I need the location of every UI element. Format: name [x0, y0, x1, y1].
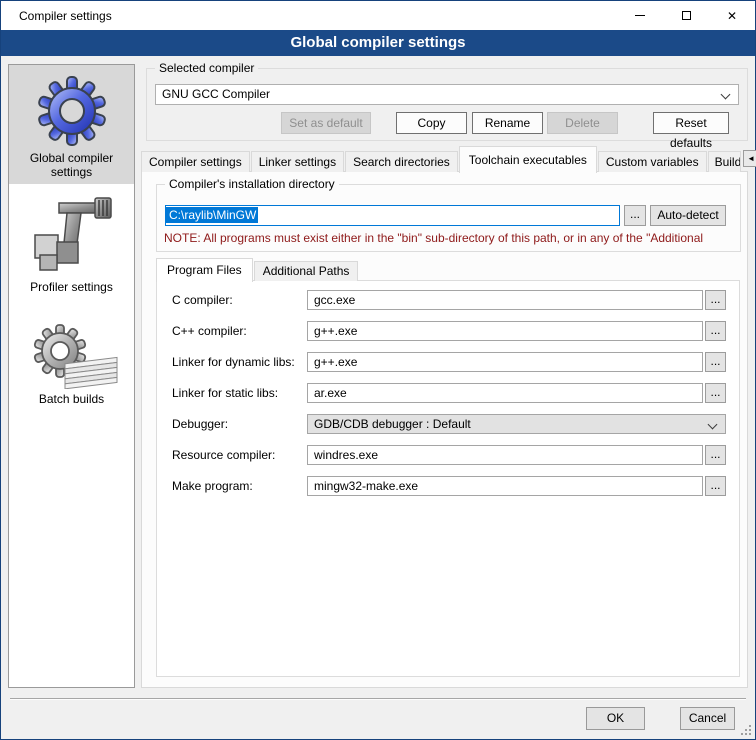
field-row: Debugger: GDB/CDB debugger : Default [157, 414, 739, 434]
copy-button[interactable]: Copy [396, 112, 467, 134]
browse-static-linker-button[interactable]: ... [705, 383, 726, 403]
minimize-button[interactable] [617, 1, 663, 30]
browse-make-program-button[interactable]: ... [705, 476, 726, 496]
installation-directory-group: Compiler's installation directory C:\ray… [156, 184, 741, 252]
field-row: Resource compiler: windres.exe ... [157, 445, 739, 465]
sidebar-item-label: Batch builds [16, 392, 128, 406]
group-label: Selected compiler [155, 61, 258, 75]
field-label: Make program: [172, 476, 253, 496]
compiler-select-value: GNU GCC Compiler [162, 87, 270, 101]
sidebar-item-batch-builds[interactable]: Batch builds [9, 300, 134, 412]
browse-directory-button[interactable]: ... [624, 205, 646, 226]
field-label: Linker for dynamic libs: [172, 352, 295, 372]
field-row: C compiler: gcc.exe ... [157, 290, 739, 310]
rename-button[interactable]: Rename [472, 112, 543, 134]
sidebar-item-label: Global compiler settings [16, 151, 128, 179]
sidebar-item-global-compiler-settings[interactable]: Global compiler settings [9, 65, 134, 184]
static-linker-input[interactable]: ar.exe [307, 383, 703, 403]
tab-linker-settings[interactable]: Linker settings [251, 151, 344, 172]
browse-cpp-compiler-button[interactable]: ... [705, 321, 726, 341]
gear-stack-icon [23, 320, 121, 392]
resize-grip[interactable] [749, 733, 751, 735]
group-label: Compiler's installation directory [165, 177, 339, 191]
field-value: windres.exe [314, 448, 378, 462]
dialog-body: Global compiler settings [1, 56, 755, 739]
browse-dynamic-linker-button[interactable]: ... [705, 352, 726, 372]
blue-gear-icon [37, 71, 107, 151]
browse-resource-compiler-button[interactable]: ... [705, 445, 726, 465]
compiler-select[interactable]: GNU GCC Compiler [155, 84, 739, 105]
field-label: C++ compiler: [172, 321, 247, 341]
bin-subdirectory-note: NOTE: All programs must exist either in … [164, 231, 736, 245]
sidebar-item-profiler-settings[interactable]: Profiler settings [9, 184, 134, 300]
cpp-compiler-input[interactable]: g++.exe [307, 321, 703, 341]
close-button[interactable]: ✕ [709, 1, 755, 30]
titlebar: Compiler settings ✕ [1, 1, 755, 30]
maximize-icon [682, 11, 691, 20]
compiler-settings-dialog: Compiler settings ✕ Global compiler sett… [0, 0, 756, 740]
window-title: Compiler settings [1, 9, 112, 23]
debugger-select[interactable]: GDB/CDB debugger : Default [307, 414, 726, 434]
field-label: Debugger: [172, 414, 228, 434]
field-value: mingw32-make.exe [314, 479, 418, 493]
chevron-down-icon [708, 420, 718, 430]
dialog-header: Global compiler settings [1, 30, 755, 56]
arrow-left-icon: ◄ [747, 154, 755, 163]
field-row: Linker for static libs: ar.exe ... [157, 383, 739, 403]
tab-scroll-left-button[interactable]: ◄ [743, 150, 756, 167]
debugger-select-value: GDB/CDB debugger : Default [314, 417, 471, 431]
auto-detect-button[interactable]: Auto-detect [650, 205, 726, 226]
field-label: C compiler: [172, 290, 233, 310]
tab-search-directories[interactable]: Search directories [345, 151, 458, 172]
field-row: Linker for dynamic libs: g++.exe ... [157, 352, 739, 372]
selected-text: C:\raylib\MinGW [166, 207, 258, 223]
make-program-input[interactable]: mingw32-make.exe [307, 476, 703, 496]
settings-category-list: Global compiler settings [8, 64, 135, 688]
set-as-default-button[interactable]: Set as default [281, 112, 371, 134]
delete-button[interactable]: Delete [547, 112, 618, 134]
resource-compiler-input[interactable]: windres.exe [307, 445, 703, 465]
chevron-down-icon [721, 90, 731, 100]
maximize-button[interactable] [663, 1, 709, 30]
minimize-icon [635, 15, 645, 16]
browse-c-compiler-button[interactable]: ... [705, 290, 726, 310]
installation-directory-input[interactable]: C:\raylib\MinGW [165, 205, 620, 226]
caption-buttons: ✕ [617, 1, 755, 30]
field-row: Make program: mingw32-make.exe ... [157, 476, 739, 496]
field-label: Linker for static libs: [172, 383, 278, 403]
program-files-tab-bar: Program Files Additional Paths [156, 257, 359, 281]
cancel-button[interactable]: Cancel [680, 707, 735, 730]
ok-button[interactable]: OK [586, 707, 645, 730]
tab-program-files[interactable]: Program Files [156, 258, 253, 282]
c-compiler-input[interactable]: gcc.exe [307, 290, 703, 310]
field-value: g++.exe [314, 324, 357, 338]
caliper-icon [27, 194, 117, 280]
close-icon: ✕ [727, 10, 737, 22]
selected-compiler-group: Selected compiler GNU GCC Compiler Set a… [146, 68, 748, 141]
tab-toolchain-executables[interactable]: Toolchain executables [459, 146, 597, 173]
field-label: Resource compiler: [172, 445, 275, 465]
footer-divider [10, 698, 746, 700]
field-value: ar.exe [314, 386, 347, 400]
field-row: C++ compiler: g++.exe ... [157, 321, 739, 341]
dynamic-linker-input[interactable]: g++.exe [307, 352, 703, 372]
toolchain-executables-page: Compiler's installation directory C:\ray… [141, 171, 748, 688]
tab-custom-variables[interactable]: Custom variables [598, 151, 707, 172]
field-value: g++.exe [314, 355, 357, 369]
tab-compiler-settings[interactable]: Compiler settings [141, 151, 250, 172]
reset-defaults-button[interactable]: Reset defaults [653, 112, 729, 134]
tab-build-options[interactable]: Build options [708, 151, 741, 172]
field-value: gcc.exe [314, 293, 355, 307]
sidebar-item-label: Profiler settings [16, 280, 128, 294]
settings-tab-bar: Compiler settings Linker settings Search… [141, 150, 756, 172]
program-files-panel: C compiler: gcc.exe ... C++ compiler: g+… [156, 280, 740, 677]
tab-additional-paths[interactable]: Additional Paths [254, 261, 359, 281]
